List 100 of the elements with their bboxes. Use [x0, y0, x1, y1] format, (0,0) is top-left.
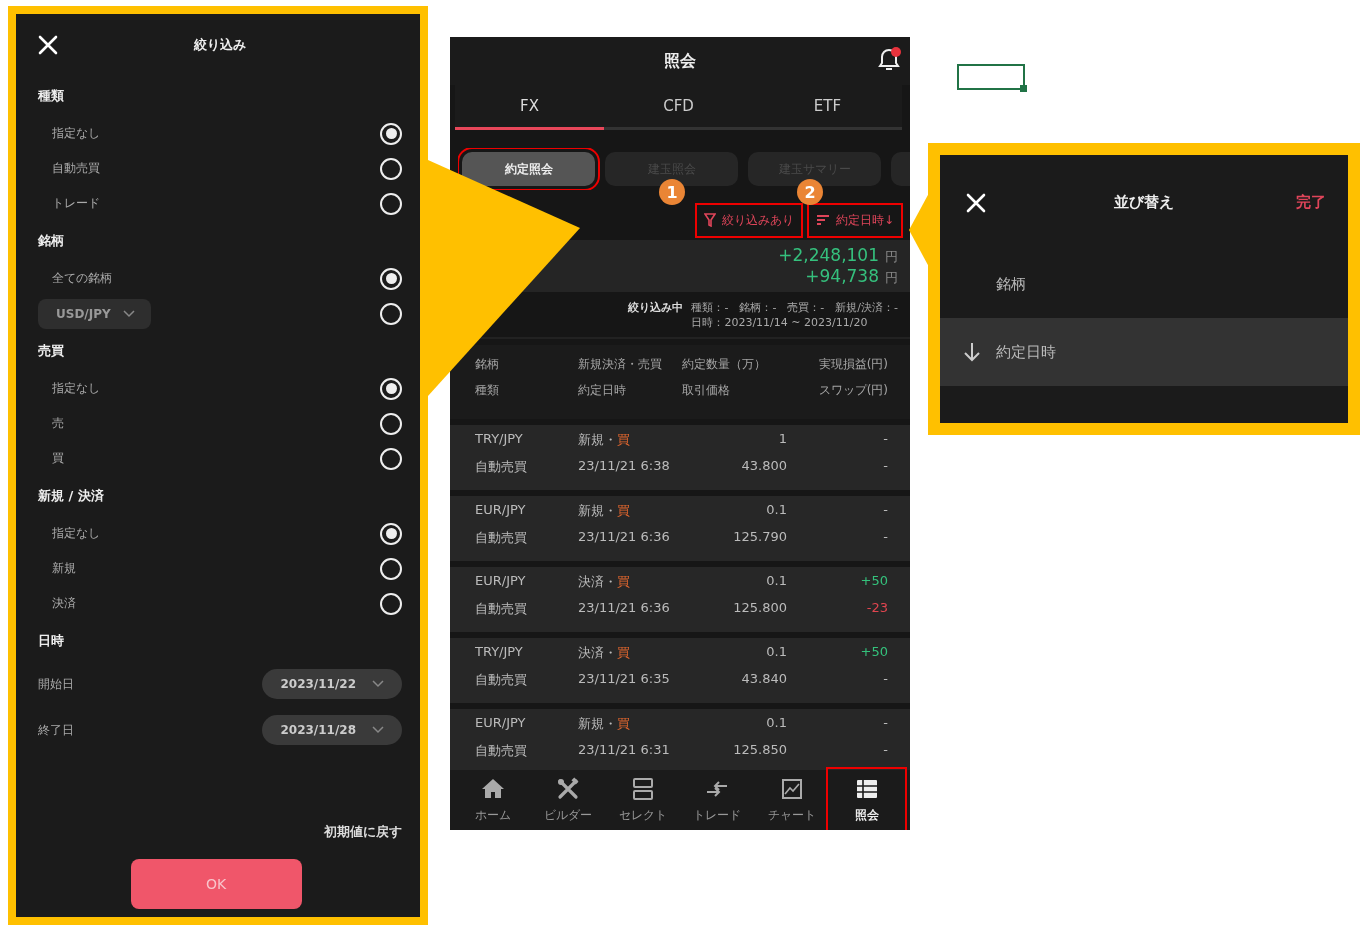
date-picker[interactable]: 2023/11/28	[262, 715, 402, 745]
option-label: 指定なし	[52, 525, 100, 542]
table-cell-text: 23/11/21 6:36	[578, 528, 671, 546]
chevron-down-icon[interactable]	[372, 680, 384, 688]
option-label: 指定なし	[52, 125, 100, 142]
table-cell-text: 0.1	[765, 572, 787, 590]
option-label: 自動売買	[52, 160, 100, 177]
option-label: 全ての銘柄	[52, 270, 112, 287]
currency-unit: 円	[885, 269, 898, 287]
option-label: 新規	[52, 560, 76, 577]
table-cell-text: 0.1	[765, 714, 787, 732]
nav-item[interactable]: チャート	[756, 772, 828, 828]
radio-button[interactable]	[380, 447, 402, 470]
screen-title: 照会	[664, 50, 696, 72]
trade-row[interactable]: EUR/JPY 新規・買 0.1 - 自動売買 23/11/21 6:31 125.850 -	[450, 709, 910, 770]
trade-row[interactable]: EUR/JPY 新規・買 0.1 - 自動売買 23/11/21 6:36 125.790 -	[450, 496, 910, 561]
selection-frame	[957, 64, 1029, 94]
total-value: +2,248,101	[778, 245, 879, 265]
table-cell-text: 23/11/21 6:36	[578, 599, 671, 617]
close-icon[interactable]	[966, 192, 986, 213]
nav-item[interactable]: セレクト	[607, 772, 678, 828]
filter-conditions: 種類：- 銘柄：- 売買：- 新規/決済：-	[691, 299, 898, 315]
section-heading: 売買	[38, 342, 65, 360]
reset-link[interactable]: 初期値に戻す	[324, 823, 402, 841]
option-label: 決済	[52, 595, 76, 612]
close-icon[interactable]	[38, 35, 58, 55]
sheet-title: 並び替え	[1114, 193, 1174, 211]
table-cell-text: 決済・買	[578, 572, 631, 591]
tools-icon	[556, 776, 580, 801]
home-icon	[481, 776, 506, 801]
trade-row[interactable]: EUR/JPY 決済・買 0.1 +50 自動売買 23/11/21 6:36 125.800 -23	[450, 567, 910, 632]
sort-button[interactable]: 約定日時↓	[811, 207, 898, 233]
table-cell-text: -	[882, 457, 888, 475]
radio-button[interactable]	[380, 522, 402, 545]
table-cell-text: 新規・買	[578, 714, 631, 733]
section-heading: 新規 / 決済	[38, 487, 105, 505]
bell-icon[interactable]	[876, 47, 902, 73]
sort-option[interactable]: 銘柄	[940, 250, 1348, 318]
chevron-down-icon[interactable]	[372, 726, 384, 734]
chart-icon	[780, 776, 804, 801]
radio-button[interactable]	[380, 267, 402, 290]
column-header: 取引価格	[682, 382, 731, 399]
column-header: 約定日時	[578, 382, 627, 399]
table-cell-text: +50	[859, 572, 888, 590]
radio-button[interactable]	[380, 592, 402, 615]
table-cell-text: 新規・買	[578, 501, 631, 520]
table-cell-text: 自動売買	[475, 457, 528, 476]
radio-button[interactable]	[380, 302, 402, 325]
table-cell-text: 0.1	[765, 501, 787, 519]
filter-button[interactable]: 絞り込みあり	[699, 207, 798, 233]
table-cell-text: +50	[859, 643, 888, 661]
table-cell-text: -23	[865, 599, 888, 617]
date-picker[interactable]: 2023/11/22	[262, 669, 402, 699]
sheet-title: 絞り込み	[194, 37, 246, 52]
nav-item[interactable]: ビルダー	[532, 772, 604, 828]
table-cell-text: -	[882, 714, 888, 732]
table-cell-text: EUR/JPY	[475, 501, 527, 519]
symbol-dropdown[interactable]: USD/JPY	[38, 298, 151, 329]
column-header: 実現損益(円)	[817, 356, 888, 373]
table-cell-text: EUR/JPY	[475, 714, 527, 732]
nav-item[interactable]: 照会	[831, 772, 903, 828]
date-label: 開始日	[38, 675, 74, 693]
table-cell-text: 23/11/21 6:35	[578, 670, 671, 688]
filter-status: 絞り込み中	[628, 299, 684, 315]
nav-item[interactable]: ホーム	[458, 772, 529, 828]
table-cell-text: 1	[777, 430, 787, 448]
sort-icon	[815, 214, 830, 226]
table-cell-text: 43.800	[740, 457, 787, 475]
radio-button[interactable]	[380, 122, 402, 145]
table-cell-text: -	[882, 430, 888, 448]
section-heading: 種類	[38, 87, 65, 105]
radio-button[interactable]	[380, 412, 402, 435]
table-cell-text: 自動売買	[475, 670, 528, 689]
chevron-down-icon[interactable]	[122, 309, 135, 318]
table-cell-text: 125.850	[732, 741, 787, 759]
nav-item[interactable]: トレード	[682, 772, 753, 828]
sort-option[interactable]: 約定日時	[940, 318, 1348, 386]
radio-button[interactable]	[380, 192, 402, 215]
trade-row[interactable]: TRY/JPY 決済・買 0.1 +50 自動売買 23/11/21 6:35 43.840 -	[450, 638, 910, 703]
stacked-rectangles-icon	[630, 776, 655, 801]
market-tab[interactable]: FX	[455, 85, 604, 130]
table-cell-text: -	[882, 501, 888, 519]
table-cell-text: 125.800	[732, 599, 787, 617]
table-cell-text: TRY/JPY	[475, 643, 524, 661]
market-tab[interactable]: CFD	[604, 85, 753, 130]
trade-row[interactable]: TRY/JPY 新規・買 1 - 自動売買 23/11/21 6:38 43.800 -	[450, 425, 910, 490]
radio-button[interactable]	[380, 377, 402, 400]
radio-button[interactable]	[380, 557, 402, 580]
option-label: 買	[52, 450, 64, 467]
date-label: 終了日	[38, 721, 74, 739]
column-header: 銘柄	[475, 356, 500, 373]
table-cell-text: 新規・買	[578, 430, 631, 449]
column-header: スワップ(円)	[817, 382, 888, 399]
table-cell-text: -	[882, 670, 888, 688]
radio-button[interactable]	[380, 157, 402, 180]
done-button[interactable]: 完了	[1296, 193, 1326, 212]
option-label: 売	[52, 415, 64, 432]
market-tab[interactable]: ETF	[753, 85, 902, 130]
table-cell-text: 自動売買	[475, 599, 528, 618]
table-cell-text: -	[882, 741, 888, 759]
